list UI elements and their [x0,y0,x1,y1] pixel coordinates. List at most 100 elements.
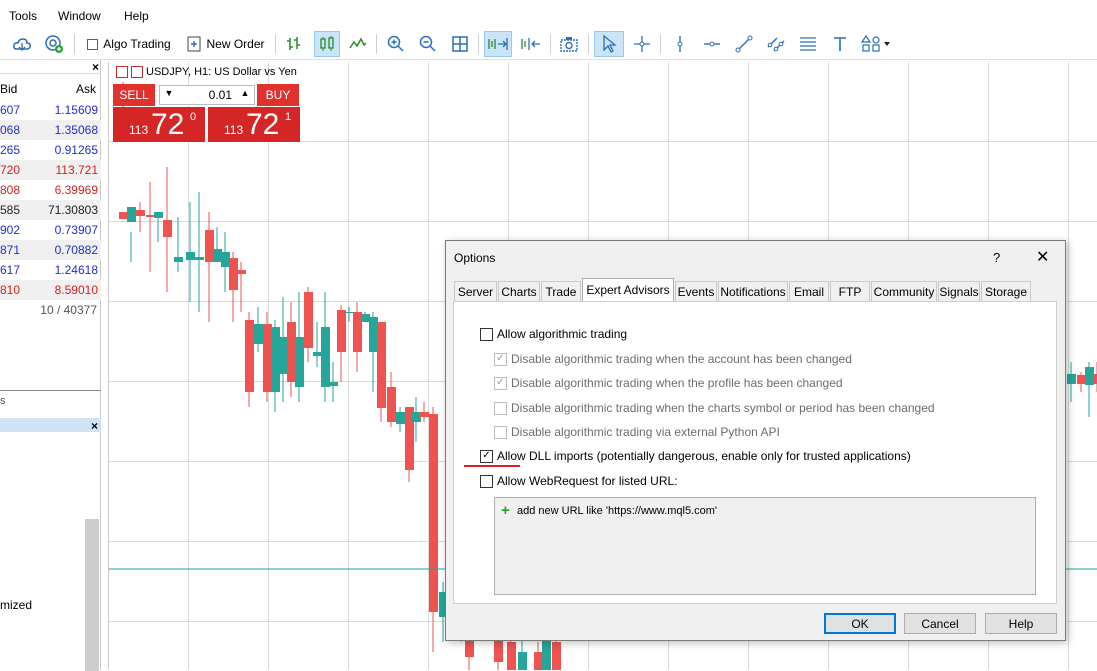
table-row[interactable]: 265 0.91265 [0,140,101,160]
option-disable-python-api: Disable algorithmic trading via external… [494,425,780,439]
column-bid[interactable]: Bid [0,82,17,96]
tab-expert-advisors[interactable]: Expert Advisors [582,278,674,301]
ok-button[interactable]: OK [824,613,896,634]
crosshair-icon[interactable] [630,31,654,57]
table-row[interactable]: 720 113.721 [0,160,101,180]
candle-body [396,412,405,424]
tab-notifications[interactable]: Notifications [718,281,788,301]
navigator-item[interactable]: mized [0,598,32,612]
candle-body [136,210,145,216]
sell-button[interactable]: SELL [113,84,155,106]
ask-value: 1.24618 [54,263,98,277]
trend-line-icon[interactable] [732,31,756,57]
bid-value: 808 [0,183,21,197]
table-row[interactable]: 068 1.35068 [0,120,101,140]
url-list[interactable]: + add new URL like 'https://www.mql5.com… [494,497,1036,595]
help-button[interactable]: Help [985,613,1057,634]
tab-trade[interactable]: Trade [541,281,581,301]
screenshot-icon[interactable] [556,31,582,57]
ask-value: 113.721 [55,163,99,177]
option-allow-dll-imports[interactable]: ✓ Allow DLL imports (potentially dangero… [480,449,911,463]
tab-email[interactable]: Email [789,281,829,301]
close-icon[interactable]: × [92,60,99,74]
tile-windows-icon[interactable] [448,31,472,57]
candle-body [146,215,155,217]
buy-price[interactable]: 113 72 1 [208,107,300,142]
buy-button[interactable]: BUY [257,84,299,106]
table-row[interactable]: 902 0.73907 [0,220,101,240]
tab-events[interactable]: Events [675,281,717,301]
lot-decrease-icon[interactable]: ▼ [161,88,177,102]
ask-value: 1.35068 [54,123,98,137]
cursor-icon[interactable] [594,31,624,57]
tab-server[interactable]: Server [454,281,497,301]
ask-value: 0.91265 [54,143,98,157]
algo-trading-button[interactable]: Algo Trading [82,31,176,57]
shapes-dropdown-icon[interactable] [858,31,894,57]
option-allow-algo-trading[interactable]: Allow algorithmic trading [480,327,627,341]
candlestick-icon[interactable] [314,31,340,57]
candle-body [313,352,322,356]
vertical-line-icon[interactable] [668,31,692,57]
lot-size-field[interactable]: ▼ 0.01 ▲ [159,85,255,105]
algo-trading-icon [87,38,99,50]
tab-charts[interactable]: Charts [498,281,540,301]
close-icon[interactable]: × [91,419,98,433]
column-ask[interactable]: Ask [76,82,96,96]
candle-body [1067,374,1076,384]
checkbox[interactable] [480,474,493,488]
market-watch-header: × [0,60,101,74]
candle-body [304,292,313,348]
lot-increase-icon[interactable]: ▲ [237,88,253,102]
candle-body [420,412,429,417]
lot-value[interactable]: 0.01 [209,88,232,102]
cancel-button[interactable]: Cancel [904,613,976,634]
tab-storage[interactable]: Storage [981,281,1031,301]
option-allow-webrequest[interactable]: Allow WebRequest for listed URL: [480,474,678,488]
menu-tools[interactable]: Tools [9,9,37,23]
checkbox[interactable] [480,327,493,341]
auto-scroll-icon[interactable] [484,31,512,57]
bid-value: 617 [0,263,21,277]
add-icon[interactable]: + [501,502,510,519]
table-row[interactable]: 617 1.24618 [0,260,101,280]
tab-ftp[interactable]: FTP [830,281,870,301]
zoom-in-icon[interactable] [384,31,408,57]
checkbox [494,401,507,415]
bar-chart-icon[interactable] [282,31,306,57]
new-order-button[interactable]: New Order [184,31,268,57]
menu-window[interactable]: Window [58,9,101,23]
candle-body [552,642,561,670]
checkbox: ✓ [494,376,507,390]
signals-icon[interactable] [42,31,66,57]
table-row[interactable]: 810 8.59010 [0,280,101,300]
cloud-icon[interactable] [10,31,34,57]
zoom-out-icon[interactable] [416,31,440,57]
table-row[interactable]: 607 1.15609 [0,100,101,120]
line-chart-icon[interactable] [346,31,370,57]
add-url-item[interactable]: add new URL like 'https://www.mql5.com' [517,505,717,517]
tab-signals[interactable]: Signals [938,281,980,301]
fibonacci-icon[interactable] [796,31,820,57]
help-icon[interactable]: ? [993,250,1000,265]
close-icon[interactable]: ✕ [1036,247,1049,267]
channel-icon[interactable] [764,31,788,57]
horizontal-line-icon[interactable] [700,31,724,57]
sell-price[interactable]: 113 72 0 [113,107,205,142]
tab-community[interactable]: Community [871,281,937,301]
navigator-tab-label[interactable]: s [0,395,6,407]
bid-value: 810 [0,283,21,297]
checkbox[interactable]: ✓ [480,449,493,463]
table-row[interactable]: 585 71.30803 [0,200,101,220]
candle-body [361,314,370,322]
candle-body [279,337,288,374]
text-icon[interactable] [828,31,852,57]
scrollbar[interactable] [85,519,99,671]
checkbox [494,425,507,439]
table-row[interactable]: 808 6.39969 [0,180,101,200]
table-row[interactable]: 871 0.70882 [0,240,101,260]
candle-body [195,257,204,260]
chart-shift-icon[interactable] [518,31,544,57]
menu-help[interactable]: Help [124,9,149,23]
new-order-icon [187,36,201,52]
